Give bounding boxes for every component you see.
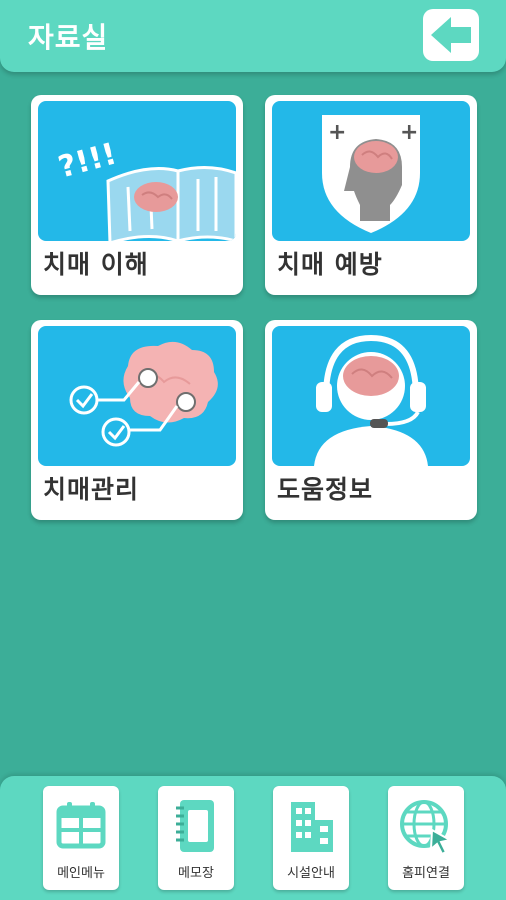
- card-label: 치매 이해: [43, 250, 149, 279]
- svg-text:?!!!: ?!!!: [55, 137, 121, 186]
- globe-cursor-icon: [400, 800, 453, 856]
- nav-notepad[interactable]: 메모장: [158, 786, 234, 890]
- nav-label: 시설안내: [287, 866, 335, 881]
- page-title: 자료실: [28, 21, 109, 54]
- card-image: + +: [272, 101, 470, 241]
- card-dementia-understanding[interactable]: ?!!! 치매 이해: [31, 95, 243, 295]
- top-header: 자료실: [0, 0, 506, 72]
- brain-checklist-icon: [69, 341, 218, 447]
- card-image: [272, 326, 470, 466]
- bottom-nav: 메인메뉴 메모장 시설안내 홈피연결: [0, 776, 506, 900]
- svg-text:+: +: [328, 120, 346, 145]
- card-label: 도움정보: [277, 475, 374, 504]
- nav-main-menu[interactable]: 메인메뉴: [43, 786, 119, 890]
- shield-head-icon: + +: [322, 115, 420, 233]
- card-help-info[interactable]: 도움정보: [265, 320, 477, 520]
- back-button[interactable]: [423, 9, 479, 61]
- nav-homepage-link[interactable]: 홈피연결: [388, 786, 464, 890]
- nav-facility-guide[interactable]: 시설안내: [273, 786, 349, 890]
- card-image: ?!!!: [38, 101, 236, 241]
- open-book-brain-icon: ?!!!: [55, 137, 236, 241]
- notebook-icon: [176, 800, 214, 852]
- building-icon: [291, 802, 333, 852]
- back-arrow-icon: [431, 17, 471, 53]
- card-label: 치매 예방: [277, 250, 383, 279]
- svg-text:+: +: [400, 120, 418, 145]
- card-label: 치매관리: [43, 475, 140, 504]
- card-image: [38, 326, 236, 466]
- nav-label: 메모장: [178, 866, 214, 881]
- card-dementia-care[interactable]: 치매관리: [31, 320, 243, 520]
- card-dementia-prevention[interactable]: + + 치매 예방: [265, 95, 477, 295]
- calendar-icon: [56, 802, 106, 849]
- nav-label: 메인메뉴: [57, 866, 105, 881]
- headset-person-icon: [314, 334, 428, 466]
- nav-label: 홈피연결: [402, 866, 450, 881]
